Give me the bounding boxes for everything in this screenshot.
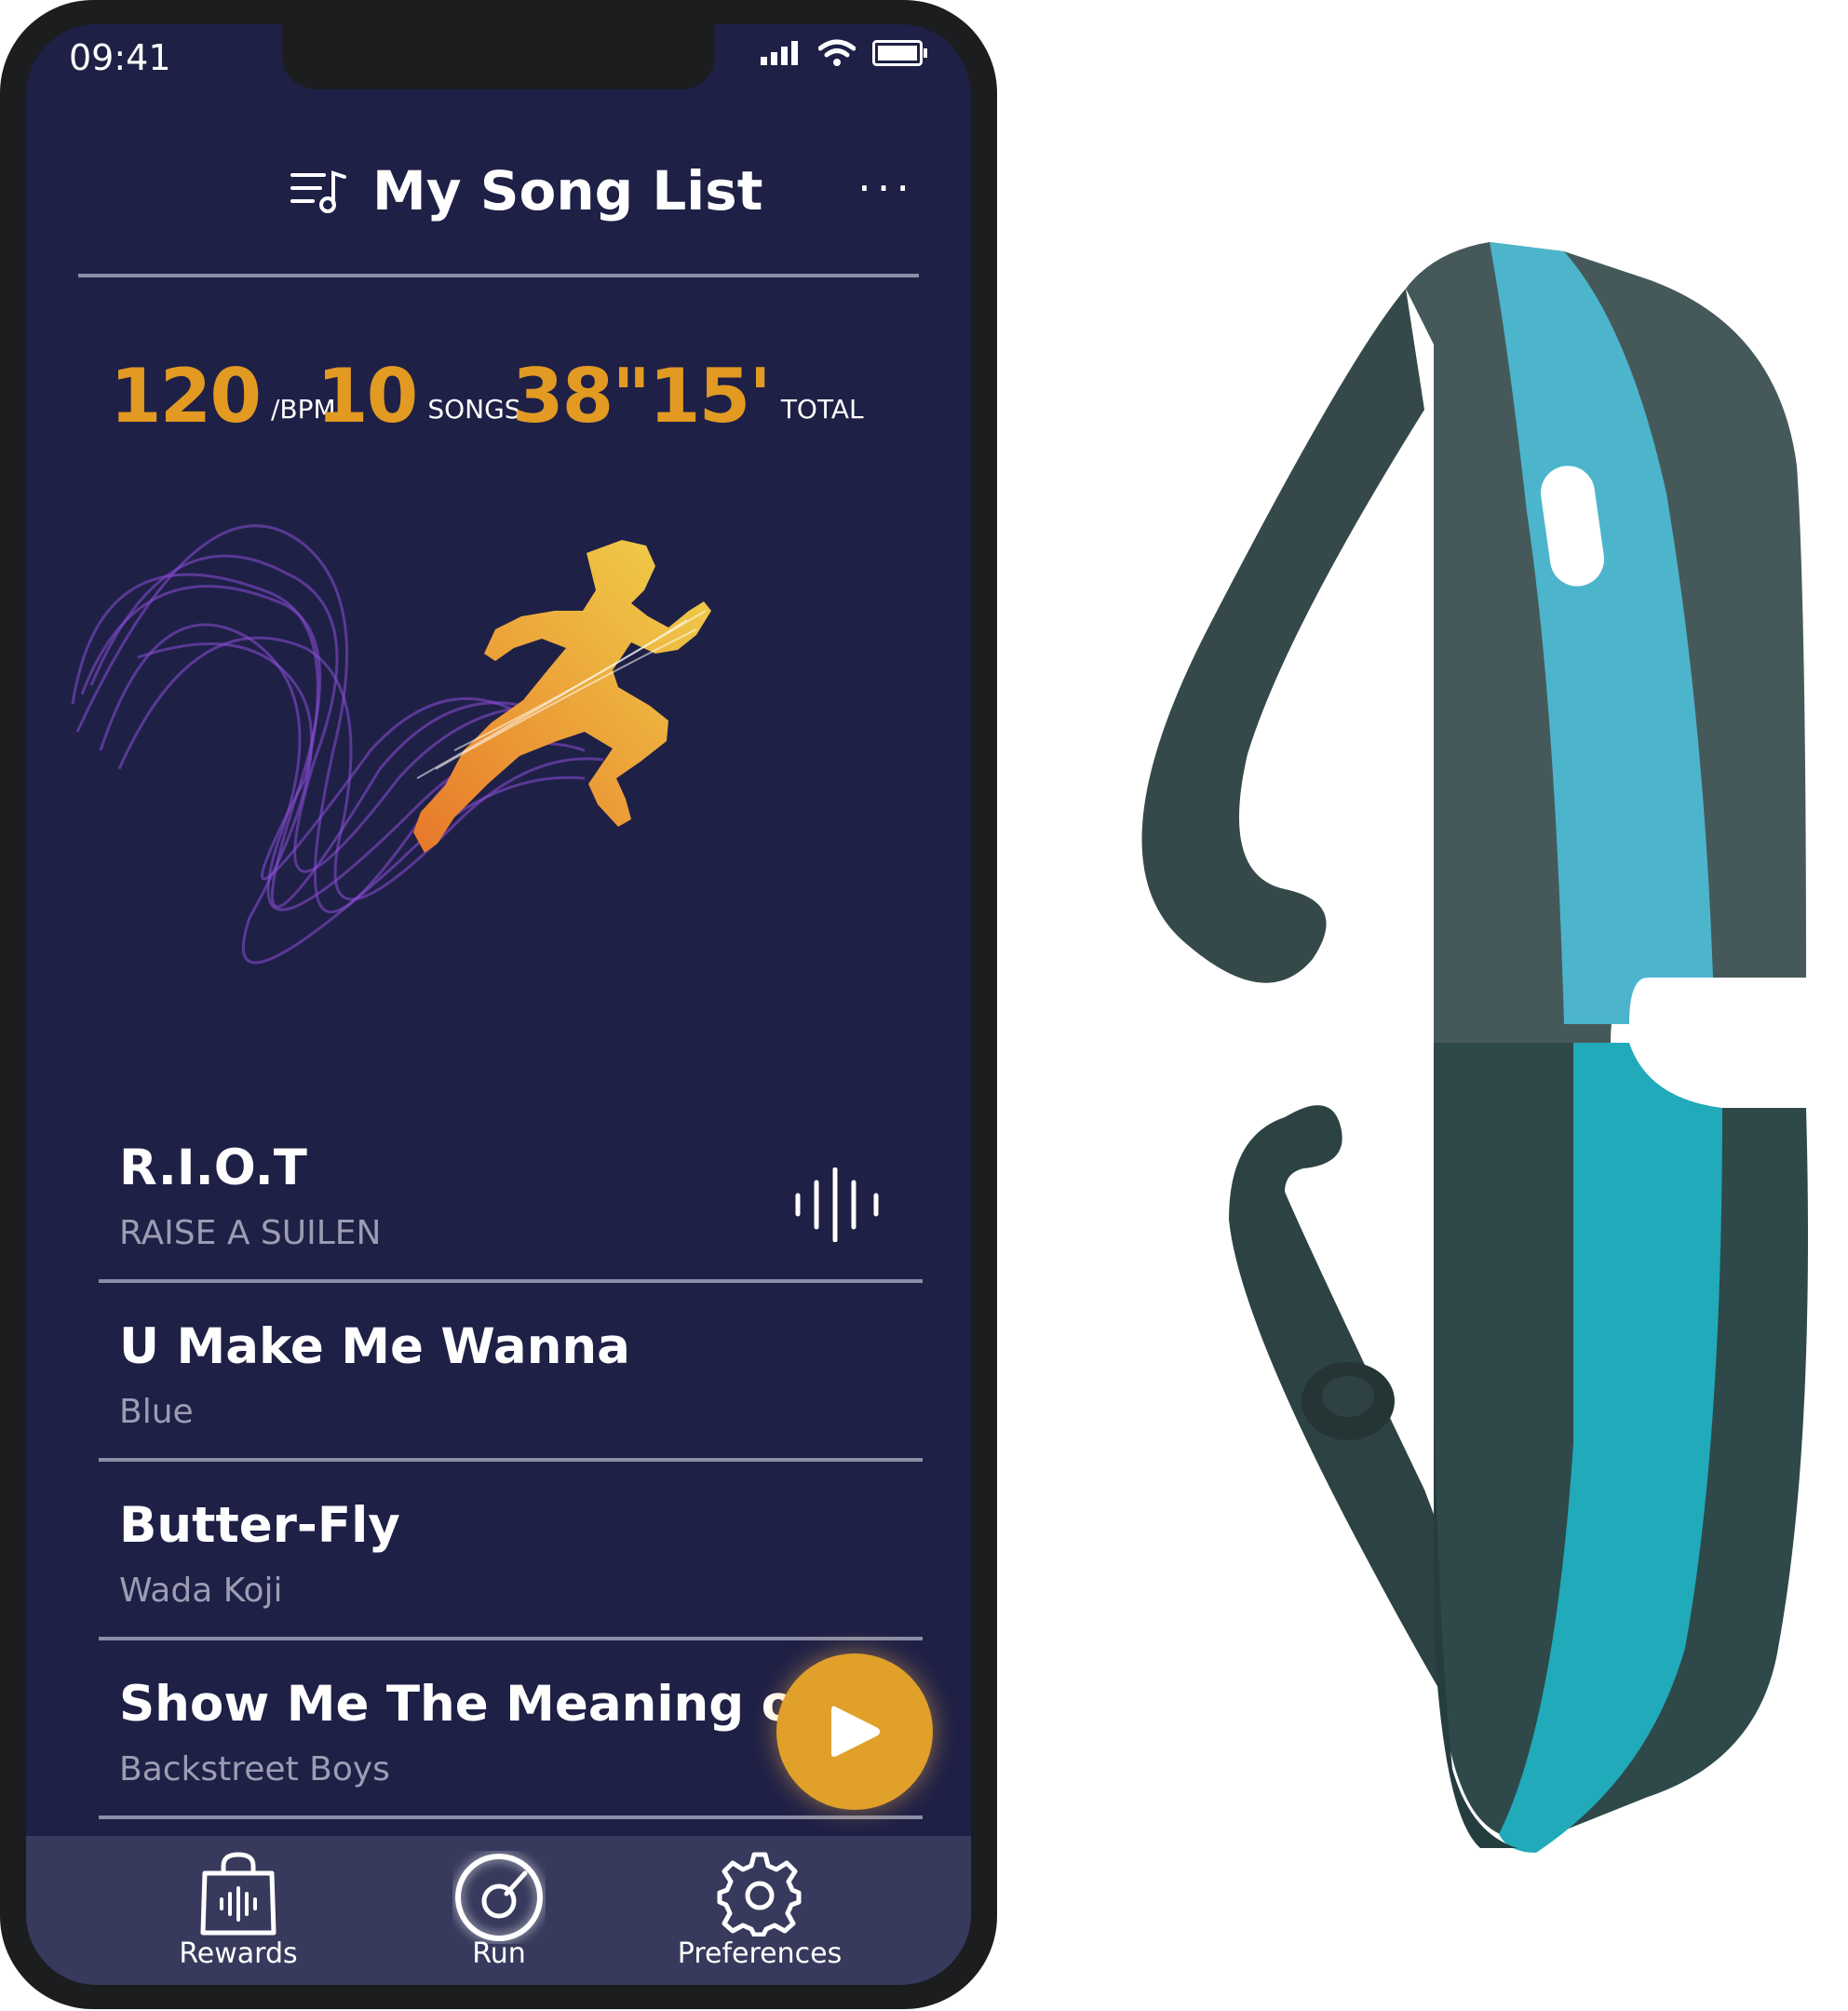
stat-bpm-value: 120 (110, 353, 262, 439)
title-group: My Song List (290, 159, 762, 223)
phone-frame: 09:41 My Song List ··· 120 /BPM 10 SONGS… (0, 0, 997, 2009)
band-clasp-hole (1322, 1376, 1374, 1417)
tab-rewards[interactable]: Rewards (117, 1836, 359, 1985)
song-artist: Wada Koji (119, 1572, 283, 1610)
more-options-button[interactable]: ··· (857, 163, 915, 213)
song-artist: Backstreet Boys (119, 1750, 390, 1788)
band-left-strap (1141, 289, 1424, 983)
song-row[interactable]: Butter-Fly Wada Koji (99, 1462, 923, 1640)
tab-preferences[interactable]: Preferences (639, 1836, 881, 1985)
stat-total-unit: TOTAL (780, 394, 864, 425)
stat-songs: 10 SONGS (317, 359, 521, 434)
song-artist: RAISE A SUILEN (119, 1214, 382, 1252)
play-button[interactable] (776, 1653, 933, 1810)
wifi-icon (818, 39, 856, 66)
playlist-icon (290, 170, 346, 213)
battery-icon (872, 40, 927, 66)
page-title: My Song List (372, 159, 763, 223)
runner-illustration (71, 524, 711, 965)
tab-run-label: Run (472, 1937, 526, 1970)
signal-icon (761, 41, 798, 65)
fitness-band-illustration (1141, 242, 1808, 1853)
song-artist: Blue (119, 1393, 194, 1431)
stats-row: 120 /BPM 10 SONGS 38"15' TOTAL (82, 331, 957, 434)
run-disc-icon (455, 1854, 543, 1941)
tab-run[interactable]: Run (378, 1836, 620, 1985)
bottom-tab-bar: Rewards Run Preferences (26, 1836, 971, 1985)
song-title: Butter-Fly (119, 1497, 400, 1554)
song-title: U Make Me Wanna (119, 1318, 630, 1375)
page-header: My Song List ··· (26, 159, 971, 224)
runner-silhouette (413, 540, 711, 853)
status-time: 09:41 (69, 37, 171, 78)
song-row[interactable]: U Make Me Wanna Blue (99, 1283, 923, 1462)
stat-total: 38"15' TOTAL (512, 359, 864, 434)
app-screen: 09:41 My Song List ··· 120 /BPM 10 SONGS… (26, 24, 971, 1985)
stat-bpm: 120 /BPM (110, 359, 336, 434)
phone-notch (282, 24, 715, 89)
stat-total-value: 38"15' (512, 353, 772, 439)
play-icon (831, 1706, 880, 1757)
stat-songs-unit: SONGS (427, 394, 521, 425)
song-row[interactable]: R.I.O.T RAISE A SUILEN (99, 1104, 923, 1283)
now-playing-equalizer-icon (795, 1167, 879, 1242)
status-icons (761, 39, 928, 67)
shopping-bag-icon (200, 1852, 277, 1936)
song-title: R.I.O.T (119, 1140, 307, 1196)
tab-rewards-label: Rewards (179, 1937, 298, 1970)
stat-songs-value: 10 (317, 353, 418, 439)
gear-icon (717, 1852, 802, 1937)
song-title: Show Me The Meaning of (119, 1676, 817, 1733)
tab-preferences-label: Preferences (677, 1937, 843, 1970)
header-divider (78, 274, 919, 277)
